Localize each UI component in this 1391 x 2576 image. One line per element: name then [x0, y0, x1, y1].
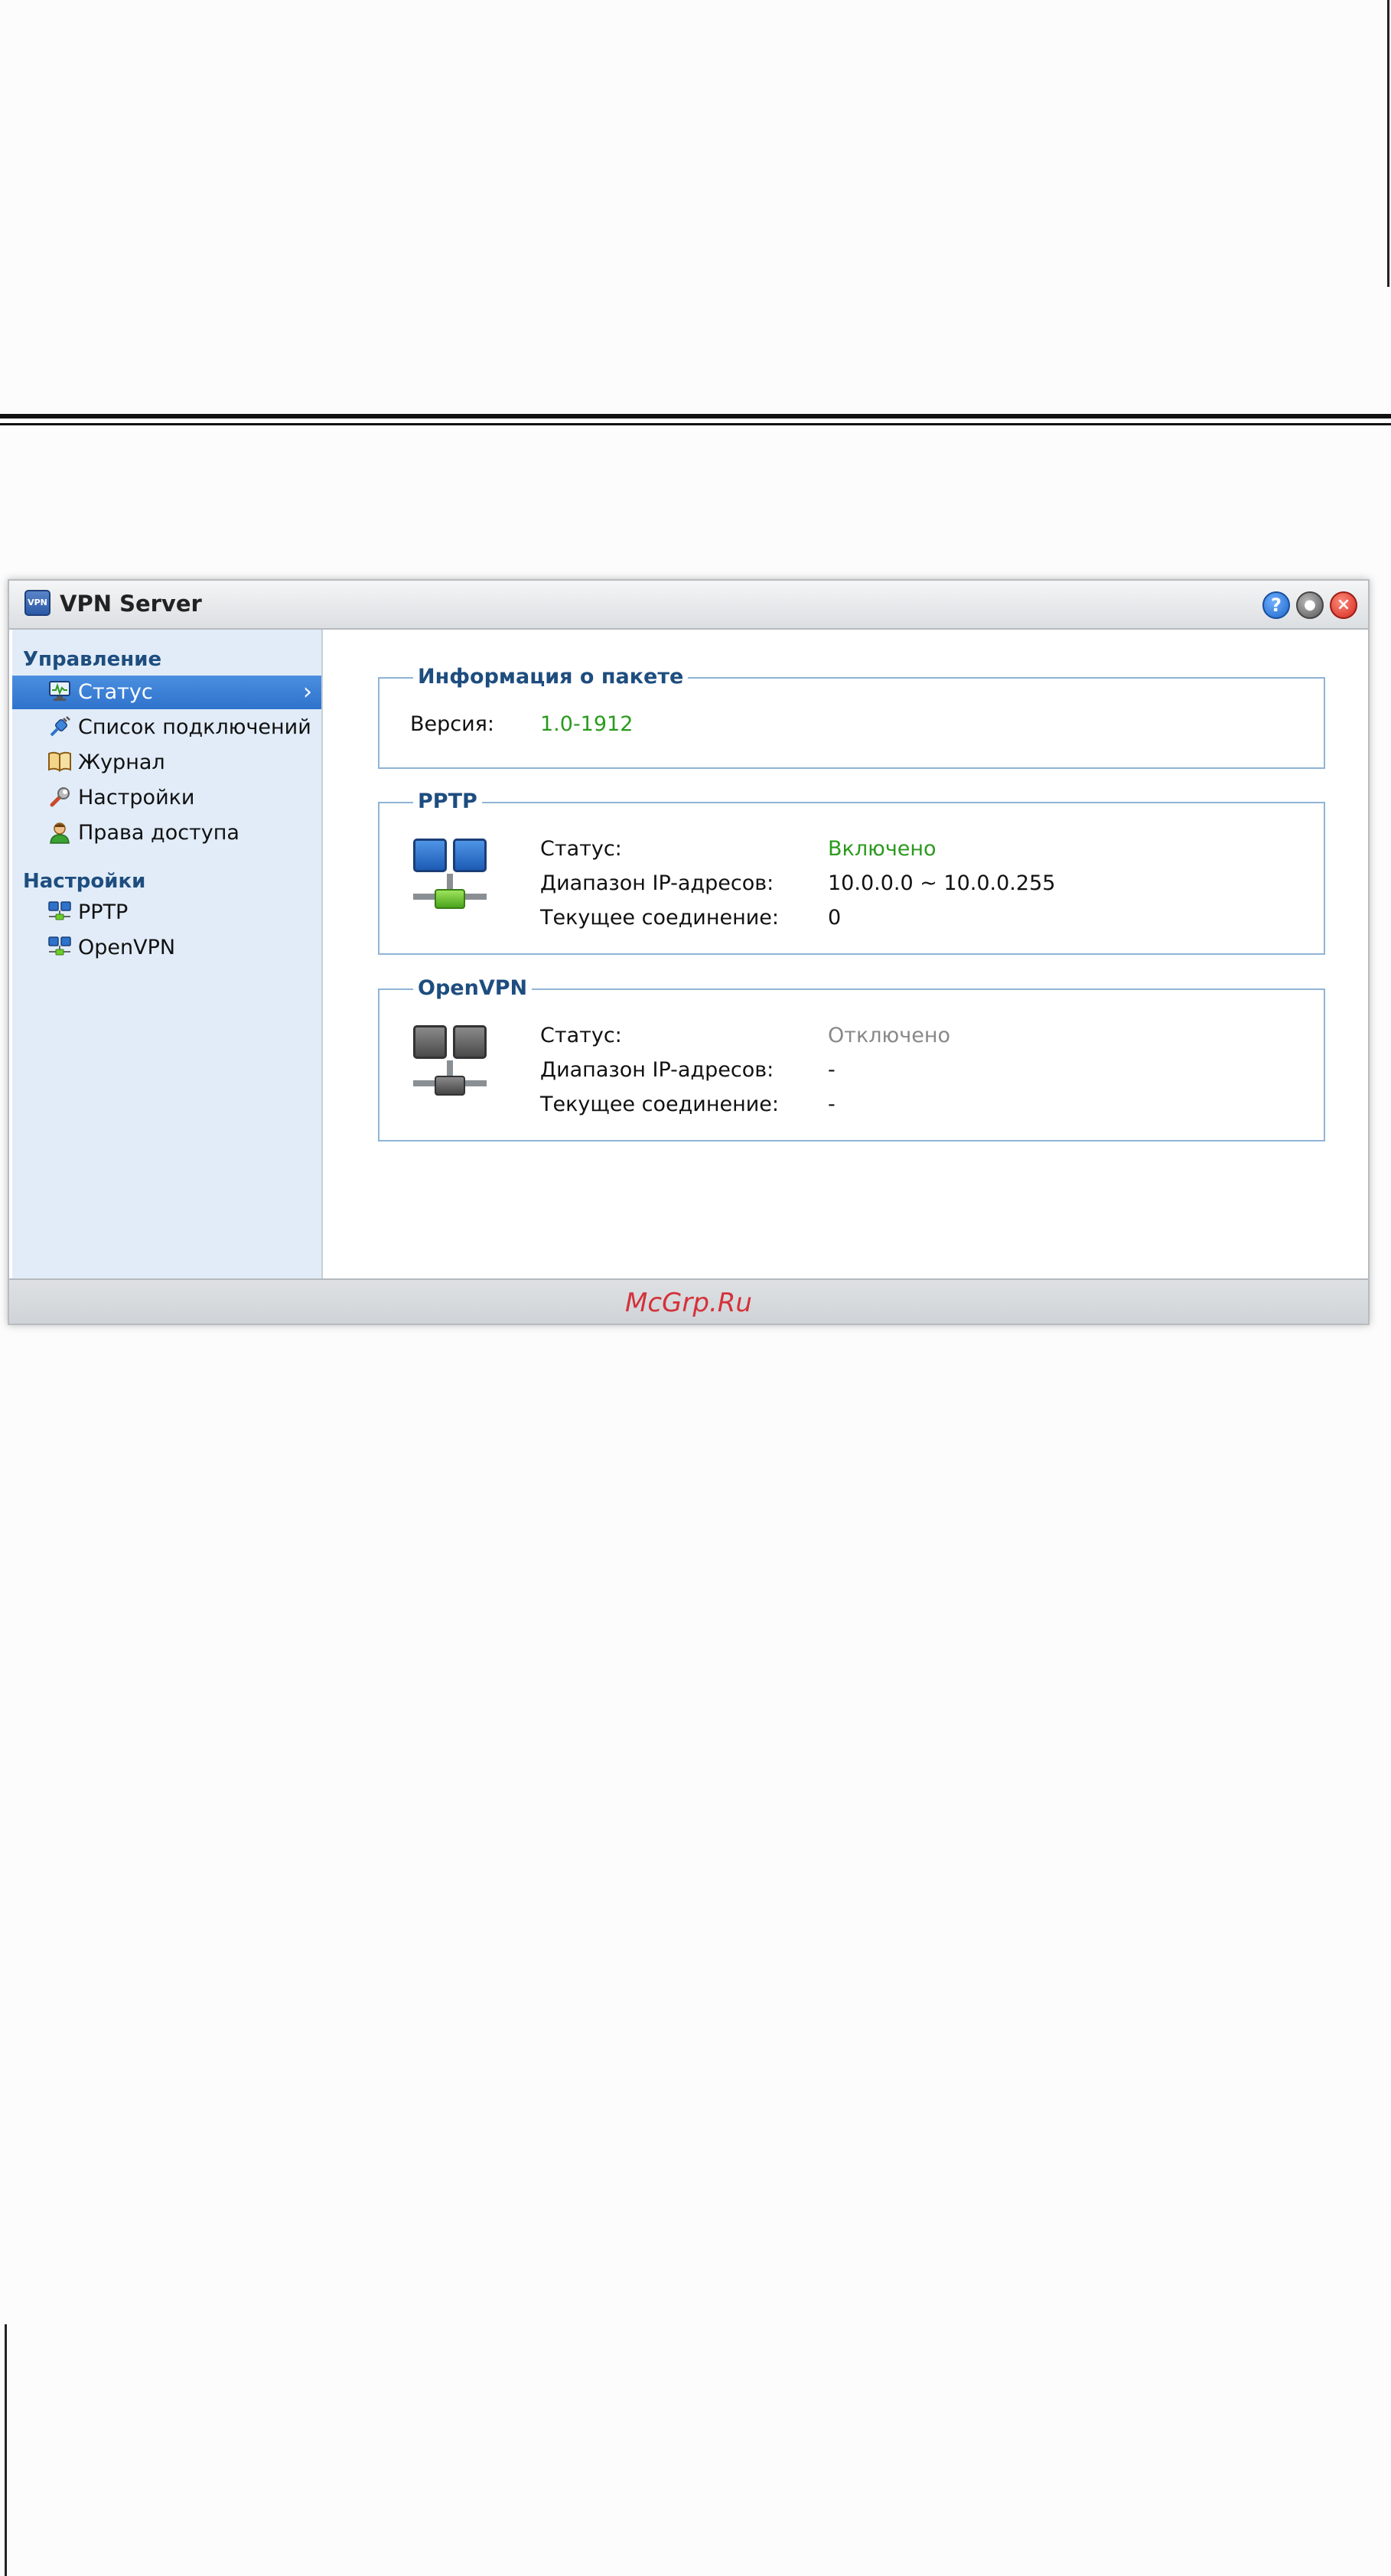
page-rule-vertical	[5, 2324, 7, 2576]
network-icon	[47, 900, 72, 925]
sidebar-section-settings: Настройки	[23, 870, 146, 893]
pptp-network-icon	[410, 839, 490, 910]
page-divider	[0, 423, 1391, 425]
page-divider	[0, 414, 1391, 418]
openvpn-ip-range-label: Диапазон IP-адресов:	[540, 1058, 774, 1082]
sidebar-section-management: Управление	[23, 648, 162, 671]
openvpn-current-connection-value: -	[828, 1093, 836, 1116]
openvpn-ip-range-value: -	[828, 1058, 836, 1082]
openvpn-status-label: Статус:	[540, 1024, 622, 1047]
openvpn-panel: OpenVPN Статус: Отключено Диапазон IP-ад…	[378, 976, 1325, 1141]
help-icon[interactable]: ?	[1262, 591, 1290, 619]
pptp-current-connection-label: Текущее соединение:	[540, 906, 779, 930]
sidebar-item-log[interactable]: Журнал	[12, 746, 321, 780]
pptp-ip-range-value: 10.0.0.0 ~ 10.0.0.255	[828, 871, 1056, 895]
wrench-icon	[47, 786, 72, 810]
package-info-legend: Информация о пакете	[413, 665, 689, 689]
minimize-icon[interactable]: ●	[1296, 591, 1324, 619]
plug-icon	[47, 715, 72, 740]
page-rule-vertical	[1387, 0, 1389, 287]
pptp-ip-range-label: Диапазон IP-адресов:	[540, 871, 774, 895]
openvpn-status-value: Отключено	[828, 1024, 951, 1047]
pptp-legend: PPTP	[413, 790, 482, 813]
close-icon[interactable]: ×	[1330, 591, 1357, 619]
user-icon	[47, 821, 72, 845]
watermark: McGrp.Ru	[625, 1288, 752, 1318]
sidebar-item-label: Список подключений	[78, 715, 311, 739]
book-icon	[47, 751, 72, 775]
version-value: 1.0-1912	[540, 712, 634, 736]
sidebar-item-label: Журнал	[78, 751, 165, 774]
sidebar-item-label: Настройки	[78, 786, 195, 809]
sidebar-item-label: PPTP	[78, 900, 129, 924]
status-bar: McGrp.Ru	[9, 1278, 1368, 1324]
sidebar-item-connection-list[interactable]: Список подключений	[12, 711, 321, 744]
sidebar-item-label: Права доступа	[78, 821, 239, 845]
openvpn-network-icon	[410, 1025, 490, 1097]
openvpn-legend: OpenVPN	[413, 976, 533, 1000]
vpn-server-window: VPN VPN Server ? ● × Управление Статус ›…	[8, 579, 1370, 1325]
pptp-current-connection-value: 0	[828, 906, 842, 930]
window-controls: ? ● ×	[1262, 591, 1357, 619]
sidebar-item-pptp[interactable]: PPTP	[12, 896, 321, 930]
monitor-icon	[47, 680, 72, 705]
vpn-app-icon: VPN	[24, 590, 50, 616]
pptp-status-value: Включено	[828, 837, 937, 861]
pptp-status-label: Статус:	[540, 837, 622, 861]
pptp-panel: PPTP Статус: Включено Диапазон IP-адресо…	[378, 790, 1325, 955]
sidebar-item-settings[interactable]: Настройки	[12, 781, 321, 815]
title-bar[interactable]: VPN VPN Server ? ● ×	[9, 581, 1368, 630]
network-icon	[47, 936, 72, 960]
sidebar-item-openvpn[interactable]: OpenVPN	[12, 931, 321, 965]
openvpn-current-connection-label: Текущее соединение:	[540, 1093, 779, 1116]
sidebar-item-label: Статус	[78, 680, 153, 704]
window-title: VPN Server	[60, 591, 202, 617]
package-info-panel: Информация о пакете Версия: 1.0-1912	[378, 665, 1325, 769]
chevron-right-icon: ›	[303, 679, 312, 705]
sidebar-item-status[interactable]: Статус ›	[12, 676, 321, 709]
sidebar: Управление Статус › Список подключений Ж…	[12, 630, 323, 1280]
version-label: Версия:	[410, 712, 495, 736]
sidebar-item-access-rights[interactable]: Права доступа	[12, 816, 321, 850]
sidebar-item-label: OpenVPN	[78, 936, 176, 959]
